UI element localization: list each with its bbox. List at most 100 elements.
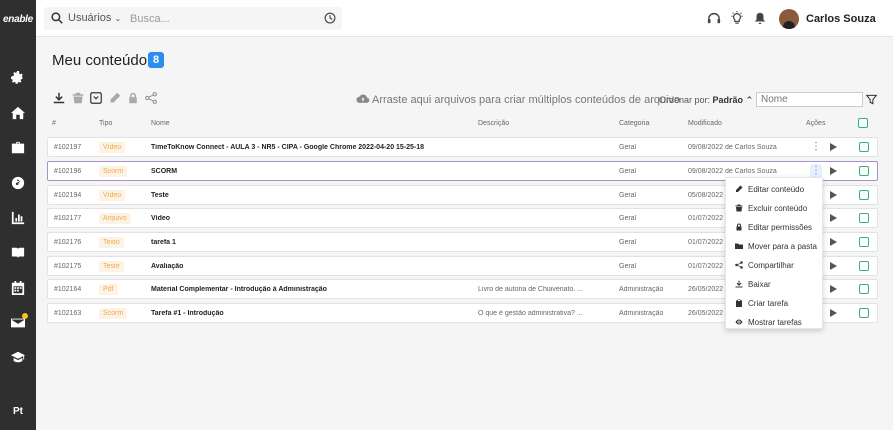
row-context-menu: Editar conteúdo Excluir conteúdo Editar … [725,177,823,329]
row-category: Administração [619,286,664,293]
row-id: #102196 [54,168,82,175]
row-name[interactable]: SCORM [151,168,471,175]
column-header-type[interactable]: Tipo [99,120,112,127]
play-icon[interactable] [830,309,837,317]
search-scope-dropdown[interactable]: Usuários ⌄ [68,12,121,24]
download-icon[interactable] [53,92,65,104]
menu-item-delete-content[interactable]: Excluir conteúdo [726,199,824,218]
type-badge: Scorm [99,166,128,177]
dashboard-icon[interactable] [8,173,28,193]
briefcase-icon[interactable] [8,138,28,158]
row-id: #102164 [54,286,82,293]
row-checkbox[interactable] [859,237,869,247]
history-icon[interactable] [324,12,336,24]
home-icon[interactable] [8,103,28,123]
row-name[interactable]: Vídeo [151,215,471,222]
bell-icon[interactable] [753,11,767,25]
row-modified: 09/08/2022 de Carlos Souza [688,144,777,151]
row-name[interactable]: tarefa 1 [151,239,471,246]
share-icon[interactable] [145,92,157,104]
trash-icon[interactable] [72,92,84,104]
clipboard-icon [736,299,742,307]
avatar[interactable] [779,9,799,29]
menu-item-share[interactable]: Compartilhar [726,256,824,275]
row-id: #102197 [54,144,82,151]
search-input[interactable] [130,10,290,27]
name-filter-input[interactable] [756,92,863,107]
row-actions-menu-icon[interactable]: ⋮ [810,164,822,178]
row-name[interactable]: Avaliação [151,263,471,270]
row-id: #102175 [54,263,82,270]
row-modified: 01/07/2022 [688,239,724,246]
column-header-name[interactable]: Nome [151,120,170,127]
type-badge: Vídeo [99,142,126,153]
sort-selector[interactable]: Ordenar por: Padrão ⌃ [659,95,753,106]
filter-icon[interactable] [866,94,877,105]
row-actions-menu-icon[interactable]: ⋮ [810,140,822,154]
row-name[interactable]: Tarefa #1 - Introdução [151,310,471,317]
select-all-checkbox[interactable] [858,118,868,128]
headset-icon[interactable] [707,11,721,25]
column-header-category[interactable]: Categoria [619,120,649,127]
play-icon[interactable] [830,191,837,199]
play-icon[interactable] [830,167,837,175]
type-badge: Vídeo [99,190,126,201]
row-checkbox[interactable] [859,308,869,318]
search-bar: Usuários ⌄ [44,7,342,30]
play-icon[interactable] [830,238,837,246]
row-name[interactable]: TimeToKnow Connect - AULA 3 - NR5 - CIPA… [151,144,471,151]
row-category: Geral [619,263,637,270]
menu-item-edit-permissions[interactable]: Editar permissões [726,218,824,237]
play-icon[interactable] [830,262,837,270]
search-icon [51,12,63,24]
row-id: #102163 [54,310,82,317]
calendar-icon[interactable] [8,278,28,298]
row-id: #102177 [54,215,82,222]
notification-dot [22,313,28,319]
column-header-modified[interactable]: Modificado [688,120,722,127]
chevron-down-icon: ⌄ [114,14,122,23]
book-icon[interactable] [8,243,28,263]
row-name[interactable]: Material Complementar - Introdução à Adm… [151,286,471,293]
menu-item-edit-content[interactable]: Editar conteúdo [726,180,824,199]
lightbulb-icon[interactable] [730,11,744,25]
column-header-actions: Ações [806,120,826,127]
file-dropzone[interactable]: Arraste aqui arquivos para criar múltipl… [356,93,680,107]
gear-icon[interactable] [8,68,28,88]
play-icon[interactable] [830,285,837,293]
row-checkbox[interactable] [859,190,869,200]
row-category: Geral [619,239,637,246]
row-checkbox[interactable] [859,166,869,176]
row-name[interactable]: Teste [151,192,471,199]
row-checkbox[interactable] [859,142,869,152]
type-badge: Pdf [99,284,118,295]
row-checkbox[interactable] [859,261,869,271]
import-box-icon[interactable] [90,92,102,104]
lock-icon [736,223,742,231]
eye-icon [735,319,743,325]
chart-icon[interactable] [8,208,28,228]
chevron-up-icon: ⌃ [745,95,754,105]
logo[interactable]: enable [0,10,36,30]
sidebar: enable Pt [0,0,36,430]
graduation-cap-icon[interactable] [8,347,28,367]
play-icon[interactable] [830,214,837,222]
row-checkbox[interactable] [859,213,869,223]
row-modified: 01/07/2022 [688,215,724,222]
lock-icon[interactable] [127,92,139,104]
mail-icon[interactable] [8,313,28,333]
column-header-description[interactable]: Descrição [478,120,509,127]
language-selector[interactable]: Pt [0,406,36,417]
table-row[interactable]: #102197 Vídeo TimeToKnow Connect - AULA … [47,137,878,157]
row-category: Geral [619,192,637,199]
menu-item-download[interactable]: Baixar [726,275,824,294]
row-checkbox[interactable] [859,284,869,294]
menu-item-show-tasks[interactable]: Mostrar tarefas [726,313,824,332]
user-name[interactable]: Carlos Souza [806,13,876,25]
menu-item-move-to-folder[interactable]: Mover para a pasta [726,237,824,256]
share-icon [735,261,743,269]
pencil-icon[interactable] [109,92,121,104]
menu-item-create-task[interactable]: Criar tarefa [726,294,824,313]
trash-icon [735,204,743,212]
play-icon[interactable] [830,143,837,151]
